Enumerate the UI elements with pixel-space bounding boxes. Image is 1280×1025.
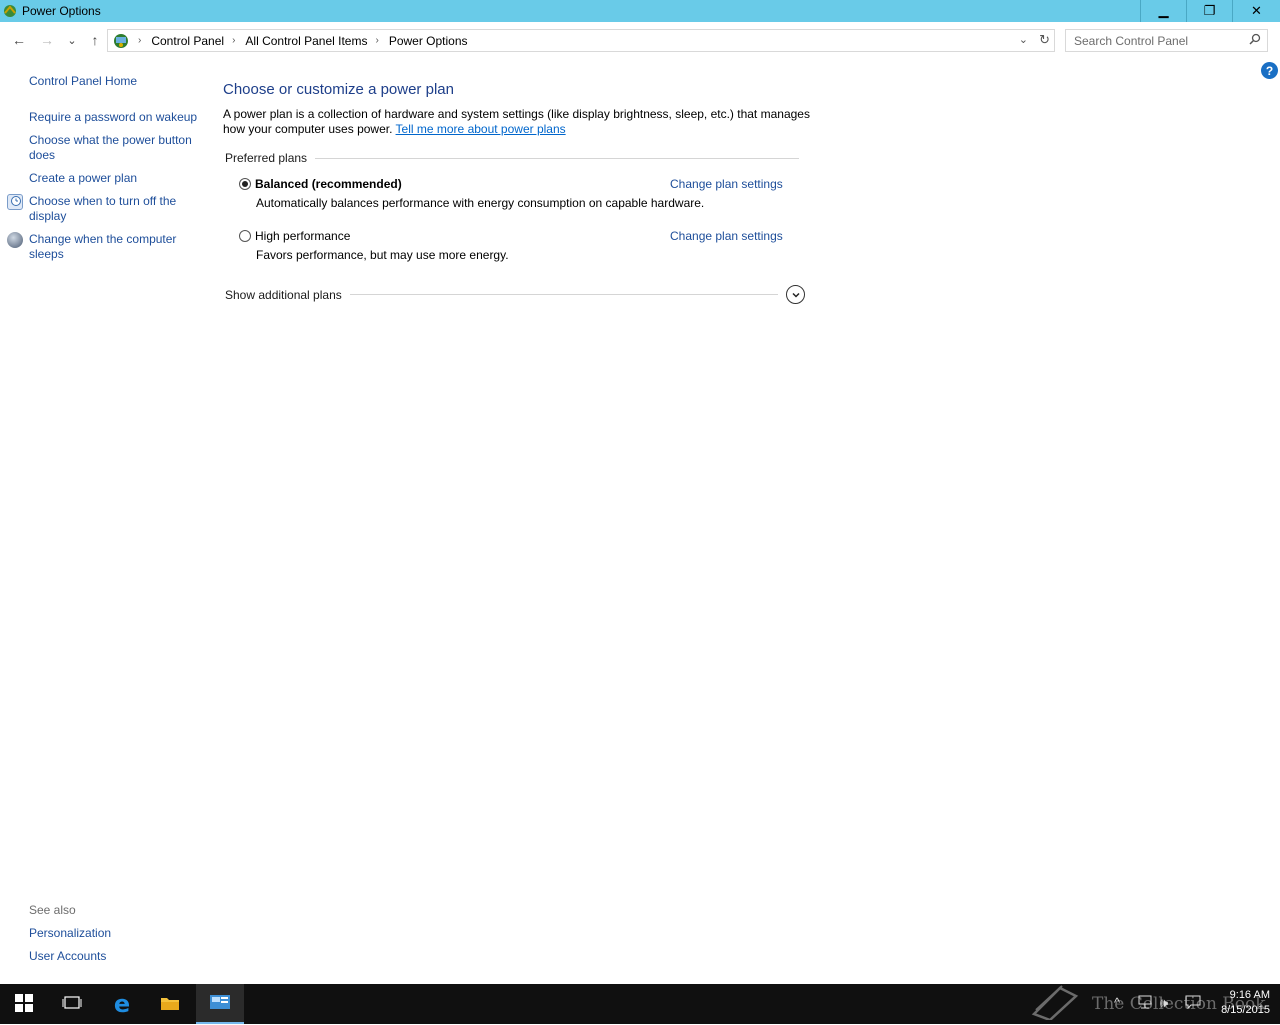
high-performance-radio[interactable] [239, 230, 251, 242]
system-clock[interactable]: 9:16 AM 8/15/2015 [1208, 988, 1270, 1018]
address-bar[interactable]: › Control Panel › All Control Panel Item… [107, 29, 1055, 52]
user-accounts-link[interactable]: User Accounts [29, 949, 201, 964]
search-icon[interactable] [1249, 33, 1261, 48]
minimize-button[interactable]: ▁ [1140, 0, 1186, 22]
edge-icon: e [113, 990, 131, 1018]
plan-description: Favors performance, but may use more ene… [256, 248, 509, 262]
action-center-icon[interactable] [1185, 995, 1201, 1012]
breadcrumb-all-items[interactable]: All Control Panel Items [245, 34, 367, 48]
power-button-link[interactable]: Choose what the power button does [29, 133, 201, 163]
folder-icon [160, 995, 180, 1014]
page-description: A power plan is a collection of hardware… [223, 107, 813, 137]
window-title: Power Options [22, 4, 101, 18]
book-icon [1030, 984, 1080, 1025]
task-view-icon [62, 995, 82, 1014]
learn-more-link[interactable]: Tell me more about power plans [396, 122, 566, 136]
forward-button[interactable]: → [38, 31, 56, 49]
close-button[interactable]: ✕ [1232, 0, 1280, 22]
recent-locations-button[interactable]: ⌄ [63, 31, 81, 49]
search-input[interactable]: Search Control Panel [1074, 34, 1249, 48]
plan-name[interactable]: Balanced (recommended) [255, 177, 402, 191]
restore-icon: ❐ [1203, 3, 1216, 18]
personalization-link[interactable]: Personalization [29, 926, 201, 941]
volume-icon[interactable]: 🕪 [1160, 995, 1168, 1011]
page-title: Choose or customize a power plan [223, 81, 454, 98]
require-password-link[interactable]: Require a password on wakeup [29, 110, 201, 125]
change-plan-settings-link[interactable]: Change plan settings [670, 229, 783, 243]
breadcrumb-separator: › [232, 35, 236, 46]
create-power-plan-link[interactable]: Create a power plan [29, 171, 201, 186]
back-button[interactable]: ← [10, 31, 28, 49]
maximize-button[interactable]: ❐ [1186, 0, 1232, 22]
group-divider [315, 157, 799, 159]
breadcrumb-separator: › [375, 35, 379, 46]
task-pane: Control Panel Home Require a password on… [0, 58, 210, 984]
chevron-down-icon: ⌄ [67, 34, 77, 47]
taskbar: e The Collection Book ^ 🕪 9:16 AM 8/15/2… [0, 984, 1280, 1024]
navigation-bar: ← → ⌄ ↑ › Control Panel › All Control Pa… [0, 22, 1280, 58]
forward-arrow-icon: → [40, 32, 54, 48]
computer-sleeps-link[interactable]: Change when the computer sleeps [29, 232, 201, 262]
breadcrumb-power-options[interactable]: Power Options [389, 34, 468, 48]
change-plan-settings-link[interactable]: Change plan settings [670, 177, 783, 191]
clock-date: 8/15/2015 [1221, 1004, 1270, 1016]
show-hidden-icons[interactable]: ^ [1114, 995, 1120, 1010]
group-divider [349, 294, 778, 295]
expand-chevron-icon[interactable] [786, 285, 805, 304]
control-panel-taskbar-button[interactable] [196, 984, 244, 1024]
file-explorer-button[interactable] [146, 984, 194, 1024]
breadcrumb-separator: › [138, 35, 142, 46]
control-panel-icon [112, 32, 130, 50]
up-arrow-icon: ↑ [91, 32, 99, 48]
clock-time: 9:16 AM [1229, 989, 1270, 1001]
windows-logo-icon [15, 993, 33, 1015]
network-icon[interactable] [1137, 995, 1153, 1012]
close-icon: ✕ [1251, 3, 1262, 18]
see-also-heading: See also [29, 903, 76, 917]
display-timer-icon [7, 194, 23, 210]
minimize-icon: ▁ [1158, 3, 1169, 18]
preferred-plans-label: Preferred plans [225, 151, 308, 165]
search-box[interactable]: Search Control Panel [1065, 29, 1268, 52]
help-button[interactable]: ? [1261, 62, 1278, 79]
additional-plans-label[interactable]: Show additional plans [225, 288, 342, 302]
up-button[interactable]: ↑ [86, 31, 104, 49]
control-panel-icon [209, 994, 231, 1013]
help-icon: ? [1265, 63, 1274, 78]
sleep-moon-icon [7, 232, 23, 248]
title-bar: Power Options ▁ ❐ ✕ [0, 0, 1280, 22]
plan-name[interactable]: High performance [255, 229, 350, 243]
task-view-button[interactable] [48, 984, 96, 1024]
show-additional-plans[interactable]: Show additional plans [225, 285, 805, 304]
power-options-icon [2, 3, 18, 19]
edge-browser-button[interactable]: e [98, 984, 146, 1024]
address-dropdown-icon[interactable]: ⌄ [1019, 33, 1028, 46]
preferred-plans-group: Preferred plans [225, 151, 799, 165]
plan-description: Automatically balances performance with … [256, 196, 705, 210]
refresh-icon[interactable]: ↻ [1039, 32, 1050, 48]
back-arrow-icon: ← [12, 32, 26, 48]
control-panel-home-link[interactable]: Control Panel Home [29, 74, 201, 89]
start-button[interactable] [0, 984, 48, 1024]
turn-off-display-link[interactable]: Choose when to turn off the display [29, 194, 201, 224]
balanced-radio[interactable] [239, 178, 251, 190]
breadcrumb-control-panel[interactable]: Control Panel [151, 34, 224, 48]
